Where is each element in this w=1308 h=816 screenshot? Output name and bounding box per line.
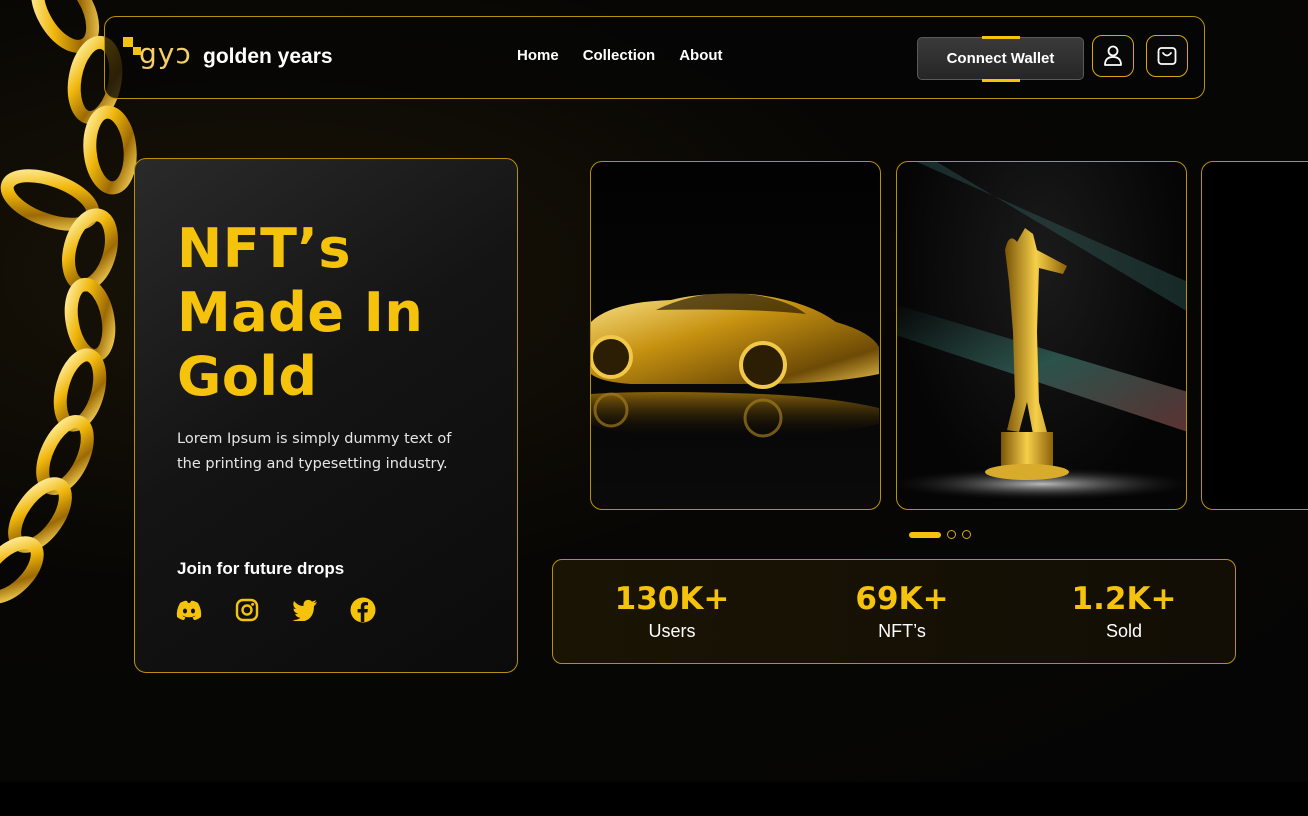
hero-title-line: Made In <box>177 281 424 344</box>
twitter-icon <box>292 599 317 621</box>
nft-card-gold-statue[interactable] <box>896 161 1187 510</box>
brand-name: golden years <box>203 45 333 68</box>
stat-label: NFT’s <box>878 621 926 641</box>
stat-value: 1.2K+ <box>1071 581 1177 617</box>
stat-value: 69K+ <box>855 581 949 617</box>
stat-label: Users <box>648 621 696 641</box>
logo[interactable]: gyɔ golden years <box>121 35 333 79</box>
instagram-icon <box>235 598 259 622</box>
button-accent-bottom <box>982 79 1020 82</box>
stat-value: 130K+ <box>614 581 730 617</box>
gold-car-image <box>591 293 879 440</box>
button-accent-top <box>982 36 1020 39</box>
facebook-link[interactable] <box>349 596 377 624</box>
discord-icon <box>176 600 202 620</box>
stat-sold: 1.2K+ Sold <box>1024 580 1224 642</box>
top-navbar: gyɔ golden years Home Collection About C… <box>104 16 1205 99</box>
carousel-dot[interactable] <box>962 530 971 539</box>
main-nav: Home Collection About <box>517 47 723 64</box>
connect-wallet-label: Connect Wallet <box>946 50 1055 67</box>
hero-description: Lorem Ipsum is simply dummy text of the … <box>177 431 452 472</box>
join-drops-label: Join for future drops <box>177 559 345 578</box>
instagram-link[interactable] <box>233 596 261 624</box>
bottom-letterbox-bar <box>0 782 1308 816</box>
gold-statue-image <box>897 162 1186 500</box>
nav-link-collection[interactable]: Collection <box>583 47 656 64</box>
discord-link[interactable] <box>175 596 203 624</box>
stats-panel: 130K+ Users 69K+ NFT’s 1.2K+ Sold <box>552 559 1236 664</box>
shopping-bag-icon <box>1157 47 1177 65</box>
stat-users: 130K+ Users <box>572 580 772 642</box>
nft-card-gold-car[interactable] <box>590 161 881 510</box>
user-account-button[interactable] <box>1092 35 1134 77</box>
social-links <box>175 596 377 624</box>
hero-card: NFT’s Made In Gold Lorem Ipsum is simply… <box>134 158 518 673</box>
stat-nfts: 69K+ NFT’s <box>802 580 1002 642</box>
carousel-indicators <box>909 530 971 539</box>
facebook-icon <box>350 597 376 623</box>
twitter-link[interactable] <box>291 596 319 624</box>
stat-label: Sold <box>1105 621 1143 641</box>
user-icon <box>1104 45 1122 66</box>
carousel-dot[interactable] <box>947 530 956 539</box>
hero-title-line: NFT’s <box>177 217 352 280</box>
page: gyɔ golden years Home Collection About C… <box>0 0 1308 782</box>
hero-title-line: Gold <box>177 345 318 408</box>
hero-title: NFT’s Made In Gold <box>177 217 497 409</box>
logo-monogram: gyɔ <box>139 37 192 70</box>
connect-wallet-button[interactable]: Connect Wallet <box>917 36 1084 82</box>
cart-button[interactable] <box>1146 35 1188 77</box>
carousel-dot-active[interactable] <box>909 531 941 538</box>
nft-card-partial[interactable] <box>1201 161 1308 510</box>
logo-mark: gyɔ <box>121 35 199 79</box>
nav-link-about[interactable]: About <box>679 47 722 64</box>
nav-link-home[interactable]: Home <box>517 47 559 64</box>
